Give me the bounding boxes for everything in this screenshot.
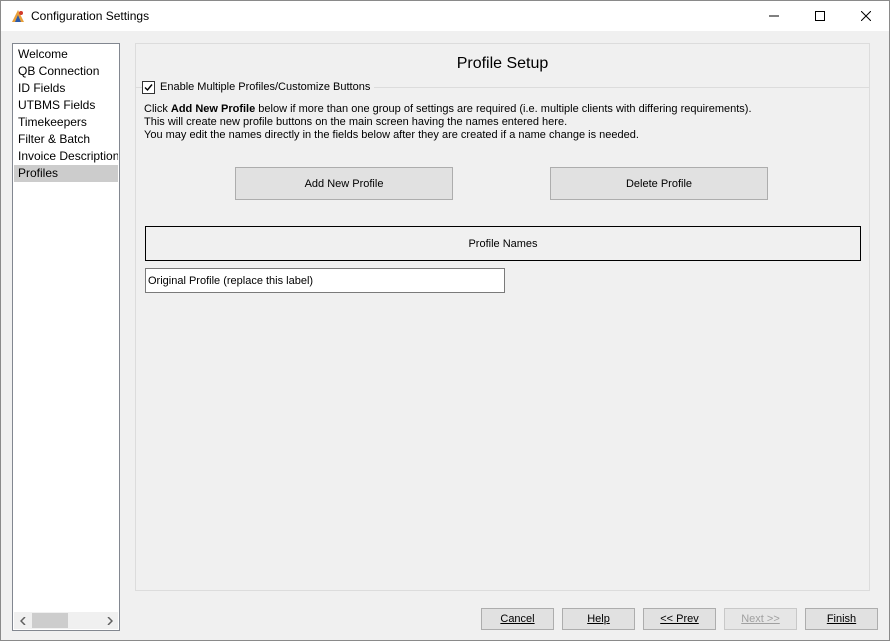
enable-profiles-checkbox[interactable] [142,80,155,94]
title-bar[interactable]: Configuration Settings [1,1,889,31]
page-title: Profile Setup [456,55,549,72]
profiles-group-box [136,87,870,591]
prev-button[interactable]: << Prev [643,608,716,630]
nav-item-profiles[interactable]: Profiles [14,165,118,182]
chevron-right-icon [106,616,113,625]
delete-profile-button[interactable]: Delete Profile [550,167,768,200]
add-new-profile-button[interactable]: Add New Profile [235,167,453,200]
enable-profiles-label[interactable]: Enable Multiple Profiles/Customize Butto… [160,81,370,93]
minimize-icon [769,15,779,17]
enable-profiles-row[interactable]: Enable Multiple Profiles/Customize Butto… [142,79,375,95]
instruction-line-2: This will create new profile buttons on … [144,116,568,128]
finish-button[interactable]: Finish [805,608,878,630]
window-title: Configuration Settings [31,9,150,23]
checkmark-icon [144,83,153,91]
help-button[interactable]: Help [562,608,635,630]
cancel-button[interactable]: Cancel [481,608,554,630]
nav-item-welcome[interactable]: Welcome [14,46,118,63]
nav-item-invoice-description[interactable]: Invoice Description [14,148,118,165]
instruction-line-3: You may edit the names directly in the f… [144,129,639,141]
app-logo-icon [10,8,26,24]
scroll-thumb[interactable] [32,613,68,628]
profile-names-header: Profile Names [145,226,861,261]
nav-item-timekeepers[interactable]: Timekeepers [14,114,118,131]
maximize-button[interactable] [797,1,843,31]
nav-item-utbms-fields[interactable]: UTBMS Fields [14,97,118,114]
scroll-left-button[interactable] [14,612,31,629]
profile-name-input[interactable] [145,268,505,293]
config-window: Configuration Settings Welcome QB Connec… [0,0,890,641]
nav-item-id-fields[interactable]: ID Fields [14,80,118,97]
nav-horizontal-scrollbar[interactable] [14,612,118,629]
close-icon [861,11,871,21]
minimize-button[interactable] [751,1,797,31]
scroll-right-button[interactable] [101,612,118,629]
settings-nav-list[interactable]: Welcome QB Connection ID Fields UTBMS Fi… [12,43,120,631]
chevron-left-icon [19,616,26,625]
instructions-text: Click Add New Profile below if more than… [144,103,752,142]
next-button[interactable]: Next >> [724,608,797,630]
nav-item-filter-batch[interactable]: Filter & Batch [14,131,118,148]
nav-item-qb-connection[interactable]: QB Connection [14,63,118,80]
maximize-icon [815,11,825,21]
close-button[interactable] [843,1,889,31]
profile-setup-panel: Profile Setup Enable Multiple Profiles/C… [135,43,870,591]
instruction-line-1: Click Add New Profile below if more than… [144,103,752,115]
